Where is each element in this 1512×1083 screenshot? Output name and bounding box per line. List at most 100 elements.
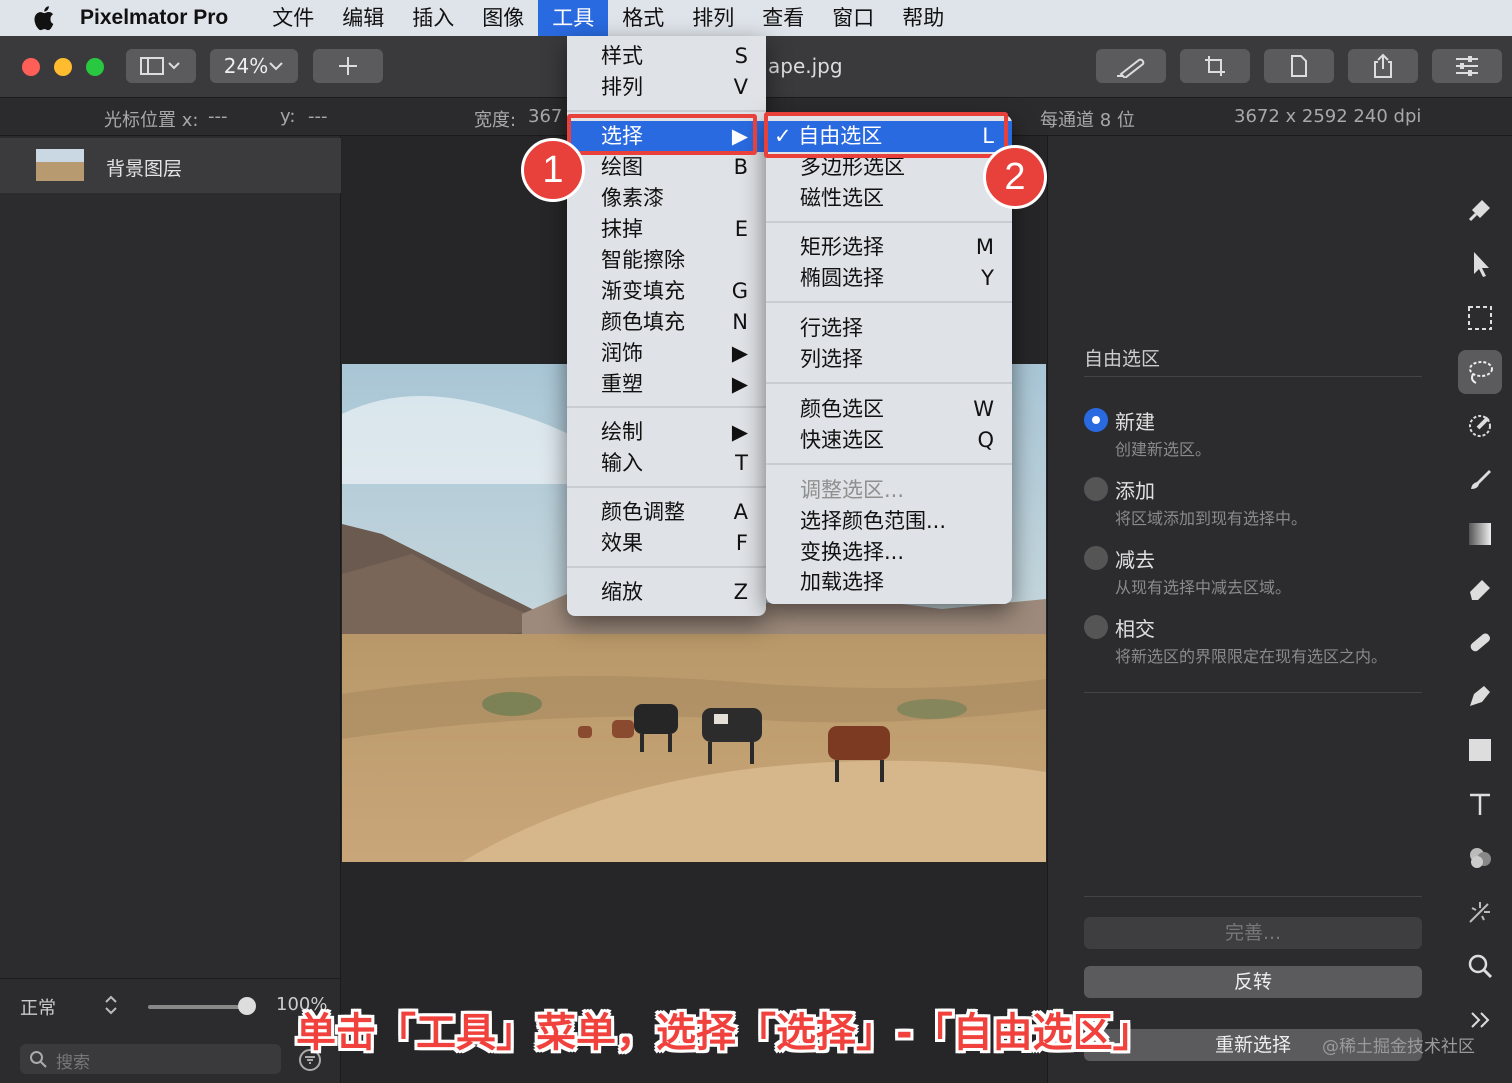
retouch-tool[interactable]: [1458, 620, 1502, 664]
submenu-item-refine-selection[interactable]: 调整选区...: [766, 475, 1012, 506]
menu-item-label: 效果: [601, 531, 643, 555]
inspector-divider: [1084, 692, 1422, 693]
menu-window[interactable]: 窗口: [818, 0, 888, 36]
gradient-tool[interactable]: [1458, 512, 1502, 556]
layer-row[interactable]: 背景图层: [0, 138, 341, 193]
submenu-item-transform-selection[interactable]: 变换选择...: [766, 537, 1012, 568]
layer-thumbnail: [36, 149, 84, 181]
menu-item-shortcut: V: [733, 75, 748, 99]
menu-item-label: 选择颜色范围...: [800, 509, 947, 533]
menu-image[interactable]: 图像: [468, 0, 538, 36]
zoom-dropdown[interactable]: 24%: [210, 49, 298, 83]
submenu-item-row-selection[interactable]: 行选择: [766, 313, 1012, 344]
invert-button[interactable]: 反转: [1084, 966, 1422, 998]
radio-intersect[interactable]: [1084, 615, 1108, 639]
submenu-item-load-selection[interactable]: 加载选择: [766, 567, 1012, 598]
menu-item-shortcut: T: [735, 451, 748, 475]
radio-add[interactable]: [1084, 477, 1108, 501]
submenu-item-magnetic-selection[interactable]: 磁性选区: [766, 183, 1012, 214]
app-name-menu[interactable]: Pixelmator Pro: [80, 6, 228, 30]
double-chevron-right-icon: [1471, 1012, 1490, 1028]
menu-item-color-adjust[interactable]: 颜色调整 A: [567, 497, 766, 528]
quick-select-tool[interactable]: [1458, 404, 1502, 448]
style-tool[interactable]: [1458, 188, 1502, 232]
menu-item-effects[interactable]: 效果 F: [567, 528, 766, 559]
markup-button[interactable]: [1096, 49, 1166, 83]
menu-help[interactable]: 帮助: [888, 0, 958, 36]
gradient-icon: [1469, 523, 1491, 545]
type-tool[interactable]: [1458, 782, 1502, 826]
radio-new[interactable]: [1084, 408, 1108, 432]
layers-search-input[interactable]: 搜索: [20, 1044, 281, 1074]
menu-item-label: 重塑: [601, 372, 643, 396]
menu-item-retouch[interactable]: 润饰 ▶: [567, 338, 766, 369]
menu-item-gradient[interactable]: 渐变填充 G: [567, 276, 766, 307]
sliders-icon: [1456, 56, 1478, 76]
document-button[interactable]: [1264, 49, 1334, 83]
cursor-x-label: 光标位置 x:: [104, 110, 199, 131]
menu-file[interactable]: 文件: [258, 0, 328, 36]
submenu-item-elliptical-selection[interactable]: 椭圆选择 Y: [766, 263, 1012, 294]
radio-subtract[interactable]: [1084, 546, 1108, 570]
menu-item-type[interactable]: 输入 T: [567, 448, 766, 479]
minimize-window-button[interactable]: [54, 58, 72, 76]
menu-arrange[interactable]: 排列: [678, 0, 748, 36]
submenu-item-color-selection[interactable]: 颜色选区 W: [766, 394, 1012, 425]
menu-item-erase[interactable]: 抹掉 E: [567, 214, 766, 245]
submenu-arrow-icon: ▶: [731, 341, 748, 365]
freeform-select-tool[interactable]: [1458, 350, 1502, 394]
paint-tool[interactable]: [1458, 458, 1502, 502]
menu-item-shortcut: Q: [977, 428, 994, 452]
rect-select-tool[interactable]: [1458, 296, 1502, 340]
menu-tools[interactable]: 工具: [538, 0, 609, 36]
close-window-button[interactable]: [22, 58, 40, 76]
quick-select-icon: [1469, 415, 1491, 437]
menu-item-color-fill[interactable]: 颜色填充 N: [567, 307, 766, 338]
menu-item-pixel[interactable]: 像素漆: [567, 183, 766, 214]
submenu-item-column-selection[interactable]: 列选择: [766, 344, 1012, 375]
menu-item-reshape[interactable]: 重塑 ▶: [567, 369, 766, 400]
watermark: @稀土掘金技术社区: [1322, 1037, 1475, 1057]
menu-item-style[interactable]: 样式 S: [567, 41, 766, 72]
cursor-y-label: y:: [280, 106, 296, 127]
pen-tool[interactable]: [1458, 674, 1502, 718]
menu-item-draw[interactable]: 绘制 ▶: [567, 417, 766, 448]
menu-separator: [567, 110, 766, 112]
submenu-item-select-color-range[interactable]: 选择颜色范围...: [766, 506, 1012, 537]
opacity-slider[interactable]: [148, 1005, 248, 1009]
add-button[interactable]: [313, 49, 383, 83]
updown-chevron-icon[interactable]: [104, 995, 118, 1015]
menu-format[interactable]: 格式: [608, 0, 678, 36]
menu-item-zoom[interactable]: 缩放 Z: [567, 577, 766, 608]
magnifier-icon: [1468, 954, 1493, 979]
sidebar-toggle-button[interactable]: [126, 49, 196, 83]
erase-tool[interactable]: [1458, 566, 1502, 610]
refine-button[interactable]: 完善...: [1084, 917, 1422, 949]
lasso-icon: [1469, 361, 1493, 384]
zoom-window-button[interactable]: [86, 58, 104, 76]
menu-view[interactable]: 查看: [748, 0, 818, 36]
menu-item-label: 变换选择...: [800, 540, 905, 564]
menu-edit[interactable]: 编辑: [328, 0, 398, 36]
menu-item-arrange[interactable]: 排列 V: [567, 72, 766, 103]
adjustments-button[interactable]: [1432, 49, 1502, 83]
submenu-item-rectangular-selection[interactable]: 矩形选择 M: [766, 232, 1012, 263]
menu-item-label: 像素漆: [601, 186, 664, 210]
menu-item-smart-erase[interactable]: 智能擦除: [567, 245, 766, 276]
effects-tool[interactable]: [1458, 890, 1502, 934]
share-button[interactable]: [1348, 49, 1418, 83]
arrange-tool[interactable]: [1458, 242, 1502, 286]
menu-item-paint[interactable]: 绘图 B: [567, 152, 766, 183]
blend-mode-select[interactable]: 正常: [20, 994, 56, 1020]
menu-item-label: 颜色调整: [601, 500, 685, 524]
menu-insert[interactable]: 插入: [398, 0, 468, 36]
apple-icon[interactable]: [30, 3, 60, 33]
opacity-slider-knob[interactable]: [238, 997, 256, 1015]
zoom-tool[interactable]: [1458, 944, 1502, 988]
menu-item-label: 抹掉: [601, 217, 643, 241]
submenu-item-quick-selection[interactable]: 快速选区 Q: [766, 425, 1012, 456]
shape-tool[interactable]: [1458, 728, 1502, 772]
submenu-arrow-icon: ▶: [731, 372, 748, 396]
crop-button[interactable]: [1180, 49, 1250, 83]
color-adjust-tool[interactable]: [1458, 836, 1502, 880]
